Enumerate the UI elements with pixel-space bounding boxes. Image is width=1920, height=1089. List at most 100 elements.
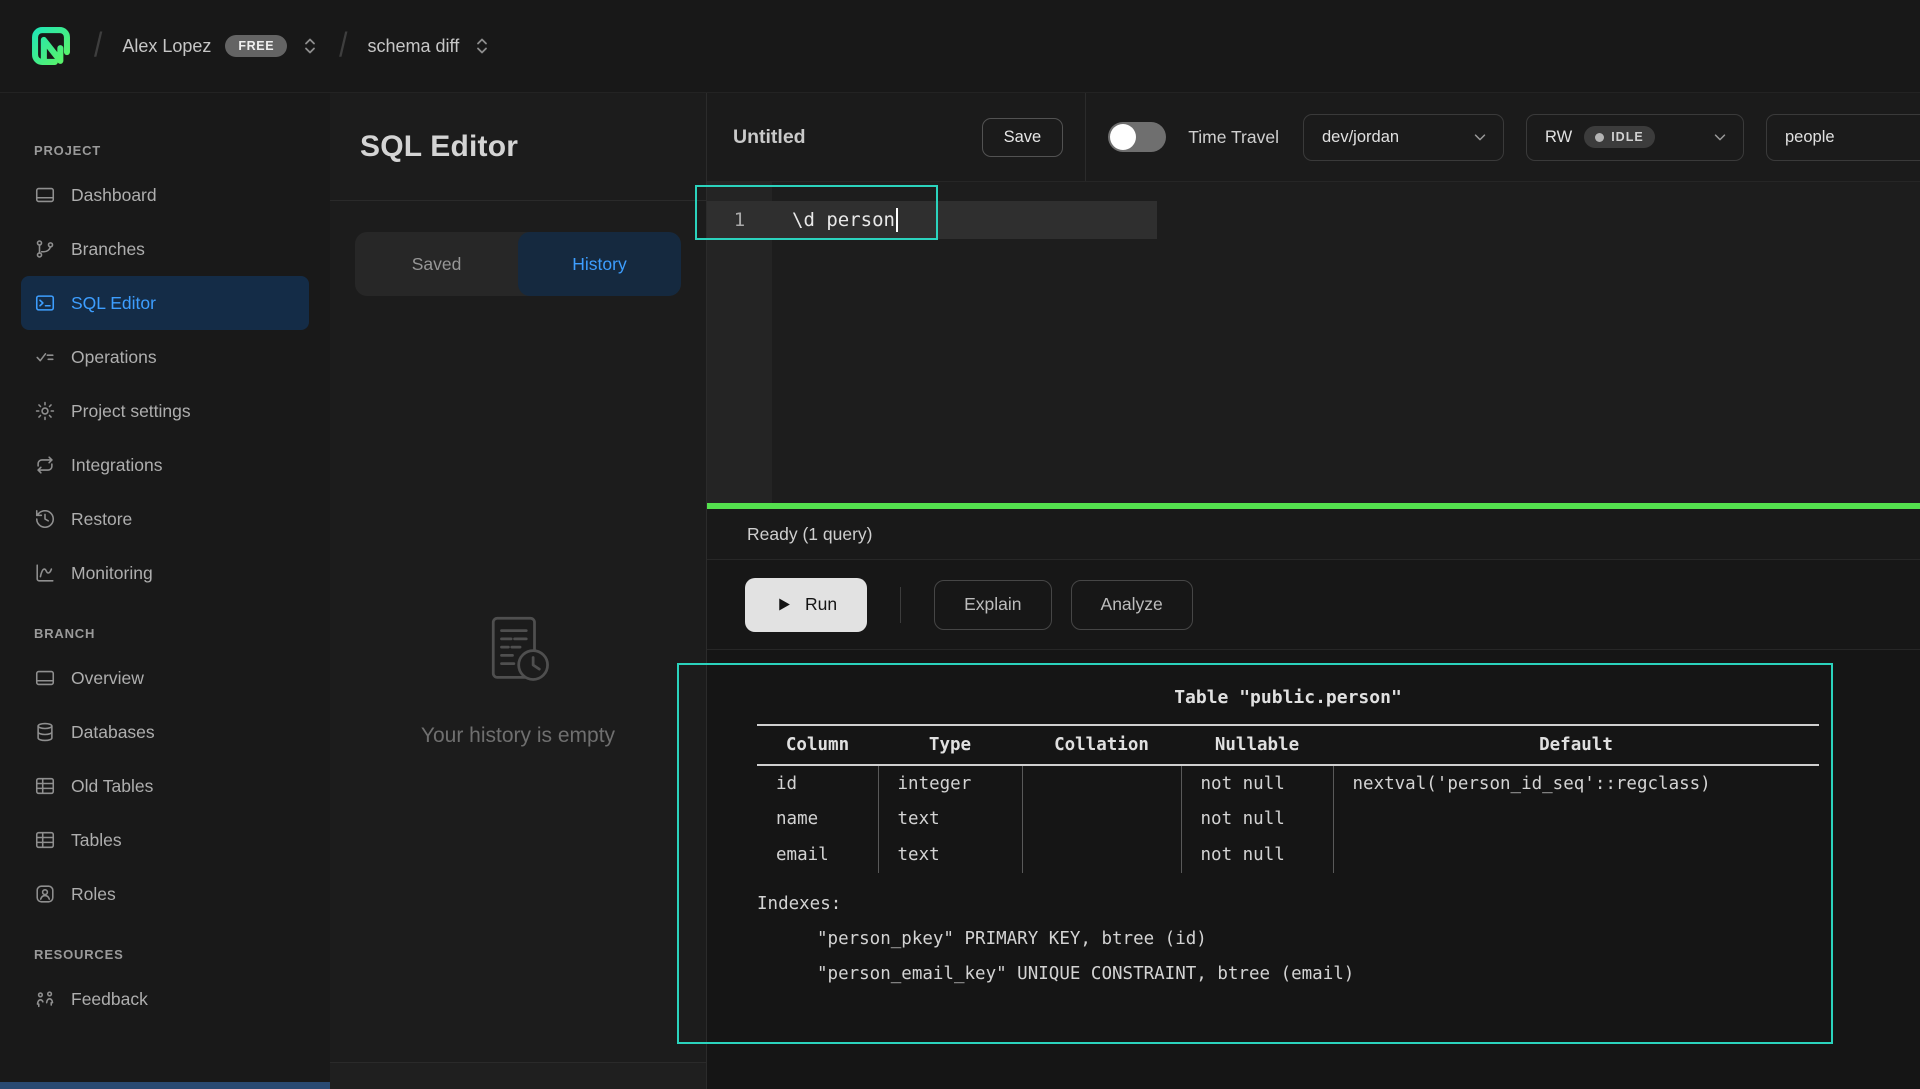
column-header: Type	[878, 725, 1022, 765]
status-badge: IDLE	[1584, 126, 1654, 148]
column-header: Collation	[1022, 725, 1181, 765]
table-row: id integer not null nextval('person_id_s…	[757, 765, 1819, 801]
run-button[interactable]: Run	[745, 578, 867, 632]
sidebar-item-feedback[interactable]: Feedback	[21, 972, 309, 1026]
sidebar-item-dashboard[interactable]: Dashboard	[21, 168, 309, 222]
status-bar: Ready (1 query)	[707, 509, 1920, 560]
empty-history-message: Your history is empty	[421, 724, 615, 748]
sidebar-item-old-tables[interactable]: Old Tables	[21, 759, 309, 813]
compute-mode: RW	[1545, 128, 1572, 147]
sql-editor-header: SQL Editor	[330, 93, 706, 201]
tab-history[interactable]: History	[518, 232, 681, 296]
monitoring-chart-icon	[34, 562, 56, 584]
results-output: Table "public.person" Column Type Collat…	[707, 650, 1920, 1089]
sidebar-item-label: SQL Editor	[71, 293, 156, 314]
sidebar-item-restore[interactable]: Restore	[21, 492, 309, 546]
sidebar-item-label: Roles	[71, 884, 116, 905]
sidebar-item-overview[interactable]: Overview	[21, 651, 309, 705]
sidebar-item-label: Feedback	[71, 989, 148, 1010]
time-travel-toggle[interactable]	[1108, 122, 1166, 152]
column-header: Column	[757, 725, 878, 765]
compute-select[interactable]: RW IDLE	[1526, 114, 1744, 161]
action-bar: Run Explain Analyze	[707, 560, 1920, 650]
saved-history-tabs: Saved History	[355, 232, 681, 296]
history-panel-footer	[330, 1062, 706, 1089]
sidebar-item-operations[interactable]: Operations	[21, 330, 309, 384]
branch-select[interactable]: dev/jordan	[1303, 114, 1504, 161]
sidebar: PROJECT Dashboard Branches SQL Editor	[0, 93, 330, 1089]
text-cursor	[896, 208, 898, 232]
code-editor[interactable]: 1 \d person	[707, 182, 1920, 503]
code-text: \d person	[792, 209, 895, 231]
sidebar-item-tables[interactable]: Tables	[21, 813, 309, 867]
index-entry: "person_pkey" PRIMARY KEY, btree (id)	[757, 922, 1920, 957]
breadcrumb-user[interactable]: Alex Lopez FREE	[122, 33, 319, 59]
header-divider	[1085, 93, 1086, 182]
sidebar-item-databases[interactable]: Databases	[21, 705, 309, 759]
restore-clock-icon	[34, 508, 56, 530]
operations-icon	[34, 346, 56, 368]
sidebar-item-label: Operations	[71, 347, 157, 368]
result-table-title: Table "public.person"	[757, 687, 1819, 708]
project-switcher-chevron-icon[interactable]	[473, 33, 491, 59]
neon-logo-icon[interactable]	[28, 23, 74, 69]
tab-saved[interactable]: Saved	[355, 232, 518, 296]
sidebar-item-label: Project settings	[71, 401, 191, 422]
query-header: Untitled Save Time Travel dev/jordan RW	[707, 93, 1920, 182]
explain-button[interactable]: Explain	[934, 580, 1051, 630]
chevron-down-icon	[1471, 128, 1489, 146]
sidebar-item-branches[interactable]: Branches	[21, 222, 309, 276]
empty-history-icon	[474, 610, 562, 698]
branches-icon	[34, 238, 56, 260]
breadcrumb-project[interactable]: schema diff	[368, 33, 492, 59]
table-row: email text not null	[757, 837, 1819, 873]
gear-icon	[34, 400, 56, 422]
user-name: Alex Lopez	[122, 36, 211, 57]
column-header: Nullable	[1181, 725, 1333, 765]
integrations-icon	[34, 454, 56, 476]
query-title: Untitled	[733, 126, 806, 149]
database-select-value: people	[1785, 128, 1835, 147]
page-title: SQL Editor	[360, 130, 518, 164]
sidebar-item-integrations[interactable]: Integrations	[21, 438, 309, 492]
save-button[interactable]: Save	[982, 118, 1064, 157]
user-switcher-chevron-icon[interactable]	[301, 33, 319, 59]
database-select[interactable]: people	[1766, 114, 1920, 161]
sidebar-item-label: Restore	[71, 509, 132, 530]
sidebar-item-label: Monitoring	[71, 563, 153, 584]
sidebar-item-monitoring[interactable]: Monitoring	[21, 546, 309, 600]
action-divider	[900, 587, 901, 623]
breadcrumb-separator: /	[339, 26, 347, 65]
result-table: Column Type Collation Nullable Default i…	[757, 724, 1819, 873]
roles-user-icon	[34, 883, 56, 905]
sidebar-section-branch: BRANCH	[21, 626, 309, 641]
time-travel-label: Time Travel	[1188, 127, 1279, 148]
index-entry: "person_email_key" UNIQUE CONSTRAINT, bt…	[757, 957, 1920, 992]
overview-icon	[34, 667, 56, 689]
sidebar-item-label: Integrations	[71, 455, 162, 476]
editor-active-line[interactable]: 1 \d person	[707, 201, 1157, 239]
result-header-row: Column Type Collation Nullable Default	[757, 725, 1819, 765]
breadcrumb-separator: /	[94, 26, 102, 65]
sql-editor-icon	[34, 292, 56, 314]
sidebar-item-label: Old Tables	[71, 776, 153, 797]
table-icon	[34, 829, 56, 851]
history-list: Your history is empty	[330, 296, 706, 1062]
sidebar-item-label: Overview	[71, 668, 144, 689]
indexes-block: Indexes: "person_pkey" PRIMARY KEY, btre…	[757, 887, 1920, 992]
sql-editor-panel: SQL Editor Saved History Your hist	[330, 93, 707, 1089]
sidebar-item-sql-editor[interactable]: SQL Editor	[21, 276, 309, 330]
sidebar-item-label: Databases	[71, 722, 155, 743]
sidebar-section-resources: RESOURCES	[21, 947, 309, 962]
sidebar-item-roles[interactable]: Roles	[21, 867, 309, 921]
line-number: 1	[707, 209, 772, 231]
sidebar-item-label: Dashboard	[71, 185, 157, 206]
play-icon	[775, 596, 792, 613]
sidebar-item-project-settings[interactable]: Project settings	[21, 384, 309, 438]
analyze-button[interactable]: Analyze	[1071, 580, 1193, 630]
sidebar-scrollbar[interactable]	[0, 1082, 330, 1089]
column-header: Default	[1333, 725, 1819, 765]
project-name: schema diff	[368, 36, 460, 57]
status-text: Ready (1 query)	[747, 524, 872, 545]
plan-badge: FREE	[225, 35, 287, 57]
